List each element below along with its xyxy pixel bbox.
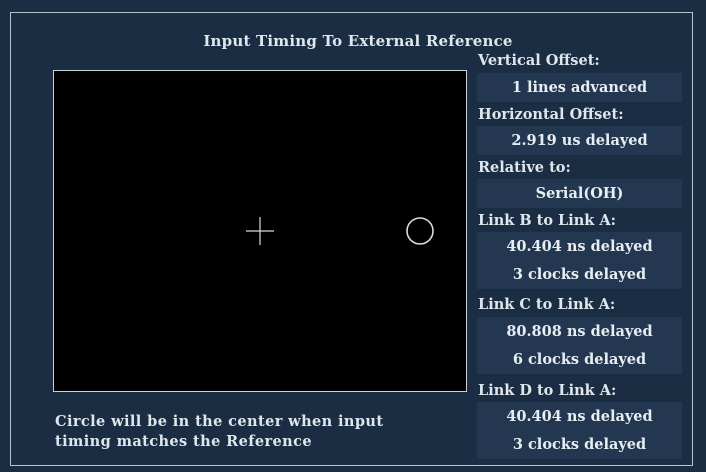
- timing-panel: Input Timing To External Reference Verti…: [0, 0, 706, 472]
- link-c-clocks-value: 6 clocks delayed: [477, 345, 682, 374]
- link-c-delay-value: 80.808 ns delayed: [477, 317, 682, 346]
- screen-title: Input Timing To External Reference: [203, 32, 513, 50]
- timing-display-graphic: [246, 217, 434, 245]
- link-d-delay-value: 40.404 ns delayed: [477, 402, 682, 431]
- relative-to-label: Relative to:: [478, 159, 571, 176]
- link-c-label: Link C to Link A:: [478, 296, 616, 313]
- timing-hint-line-1: Circle will be in the center when input: [55, 413, 384, 430]
- link-d-clocks-value: 3 clocks delayed: [477, 430, 682, 459]
- horizontal-offset-label: Horizontal Offset:: [478, 106, 624, 123]
- vertical-offset-value: 1 lines advanced: [477, 73, 682, 102]
- vertical-offset-label: Vertical Offset:: [478, 52, 600, 69]
- circle-icon: [406, 217, 434, 245]
- relative-to-value: Serial(OH): [477, 179, 682, 208]
- crosshair-icon: [246, 217, 274, 245]
- timing-hint-line-2: timing matches the Reference: [55, 433, 312, 450]
- timing-hint: Circle will be in the center when input …: [55, 412, 455, 452]
- horizontal-offset-value: 2.919 us delayed: [477, 126, 682, 155]
- link-d-label: Link D to Link A:: [478, 382, 617, 399]
- link-b-delay-value: 40.404 ns delayed: [477, 232, 682, 261]
- link-b-clocks-value: 3 clocks delayed: [477, 260, 682, 289]
- link-b-label: Link B to Link A:: [478, 212, 617, 229]
- timing-display: [53, 70, 467, 392]
